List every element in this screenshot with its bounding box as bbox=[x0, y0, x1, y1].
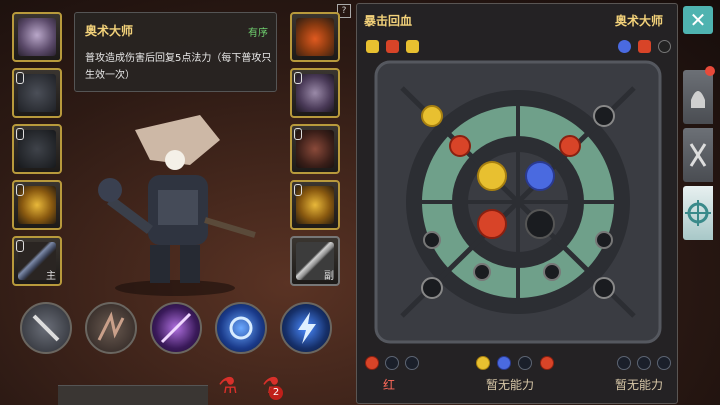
gem-slot-yellow bbox=[421, 105, 443, 127]
socket-empty bbox=[617, 356, 631, 370]
red-gem-icon bbox=[638, 40, 651, 53]
gem-slot-empty bbox=[593, 105, 615, 127]
socket-blue bbox=[497, 356, 511, 370]
lock-icon bbox=[16, 184, 24, 196]
gem-slot-empty bbox=[595, 231, 613, 249]
equip-slot-boots[interactable] bbox=[290, 124, 340, 174]
blue-gem-icon bbox=[618, 40, 631, 53]
arcane-slash-icon bbox=[160, 312, 192, 344]
lock-icon bbox=[294, 72, 302, 84]
helmet-icon bbox=[18, 18, 56, 56]
dagger-skill-icon bbox=[32, 314, 60, 342]
caption-middle: 暂无能力 bbox=[486, 378, 535, 392]
equip-slot-ring2[interactable] bbox=[290, 180, 340, 230]
tooltip-status: 有序 bbox=[248, 28, 268, 39]
gem-slot-empty bbox=[543, 263, 561, 281]
potion-count-badge: 2 bbox=[269, 386, 283, 400]
lock-icon bbox=[16, 72, 24, 84]
gem-slot-empty bbox=[473, 263, 491, 281]
equip-slot-necklace[interactable] bbox=[290, 12, 340, 62]
equip-slot-off-weapon[interactable]: 副 bbox=[290, 236, 340, 286]
necklace-icon bbox=[296, 18, 334, 56]
main-weapon-tag: 主 bbox=[46, 271, 56, 282]
equip-slot-chest[interactable] bbox=[12, 68, 62, 118]
lock-icon bbox=[294, 128, 302, 140]
off-weapon-tag: 副 bbox=[324, 271, 334, 282]
gem-slot-red-center bbox=[477, 209, 507, 239]
caption-right: 暂无能力 bbox=[615, 378, 664, 392]
quick-slot-bar[interactable] bbox=[58, 385, 208, 405]
gem-slot-blue-center bbox=[525, 161, 555, 191]
socket-empty bbox=[405, 356, 419, 370]
panel-right-title: 奥术大师 bbox=[615, 14, 664, 28]
claw-skill-icon bbox=[97, 311, 125, 341]
skill-lightning[interactable] bbox=[280, 302, 332, 354]
socket-red bbox=[365, 356, 379, 370]
equip-slot-main-weapon[interactable]: 主 bbox=[12, 236, 62, 286]
tab-weapons[interactable] bbox=[683, 128, 713, 182]
tab-helmet[interactable] bbox=[683, 70, 713, 124]
socket-red bbox=[540, 356, 554, 370]
red-potion-small-icon[interactable]: ⚗ bbox=[218, 374, 238, 399]
equip-slot-gloves[interactable] bbox=[290, 68, 340, 118]
yellow-gem-icon bbox=[406, 40, 419, 53]
lock-icon bbox=[294, 184, 302, 196]
helmet-tab-icon bbox=[691, 91, 705, 108]
equip-slot-ring[interactable] bbox=[12, 180, 62, 230]
gem-slot-yellow-center bbox=[477, 161, 507, 191]
equip-slot-helmet[interactable] bbox=[12, 12, 62, 62]
close-icon: ✕ bbox=[689, 8, 707, 32]
crossed-swords-icon bbox=[689, 143, 707, 167]
gem-slot-red bbox=[449, 135, 471, 157]
socket-empty bbox=[637, 356, 651, 370]
yellow-gem-icon bbox=[366, 40, 379, 53]
lock-icon bbox=[16, 240, 24, 252]
gem-slot-empty bbox=[421, 277, 443, 299]
lightning-icon bbox=[298, 312, 316, 344]
tooltip-title: 奥术大师 bbox=[85, 24, 134, 38]
skill-claw[interactable] bbox=[85, 302, 137, 354]
blue-burst-icon bbox=[229, 316, 253, 340]
close-button[interactable]: ✕ bbox=[683, 6, 713, 34]
skill-arcane-slash[interactable] bbox=[150, 302, 202, 354]
empty-gem-icon bbox=[658, 40, 671, 53]
tab-gems[interactable] bbox=[683, 186, 713, 240]
socket-empty bbox=[657, 356, 671, 370]
socket-empty bbox=[518, 356, 532, 370]
red-gem-icon bbox=[386, 40, 399, 53]
tooltip-description: 普攻造成伤害后回复5点法力（每下普攻只生效一次） bbox=[85, 53, 272, 81]
gem-slot-empty-center bbox=[525, 209, 555, 239]
equip-slot-legs[interactable] bbox=[12, 124, 62, 174]
gem-slot-empty bbox=[593, 277, 615, 299]
gem-slot-empty bbox=[423, 231, 441, 249]
skill-blue-burst[interactable] bbox=[215, 302, 267, 354]
lock-icon bbox=[16, 128, 24, 140]
gem-board bbox=[374, 60, 662, 344]
gem-tab-icon bbox=[685, 200, 711, 226]
gem-slot-red bbox=[559, 135, 581, 157]
character-model bbox=[98, 115, 256, 296]
ability-tooltip: 奥术大师 有序 普攻造成伤害后回复5点法力（每下普攻只生效一次） bbox=[74, 12, 277, 92]
caption-left: 红 bbox=[383, 378, 396, 392]
socket-empty bbox=[385, 356, 399, 370]
socket-yellow bbox=[476, 356, 490, 370]
skill-dagger[interactable] bbox=[20, 302, 72, 354]
notification-dot bbox=[705, 66, 715, 76]
panel-left-title: 暴击回血 bbox=[364, 14, 413, 28]
